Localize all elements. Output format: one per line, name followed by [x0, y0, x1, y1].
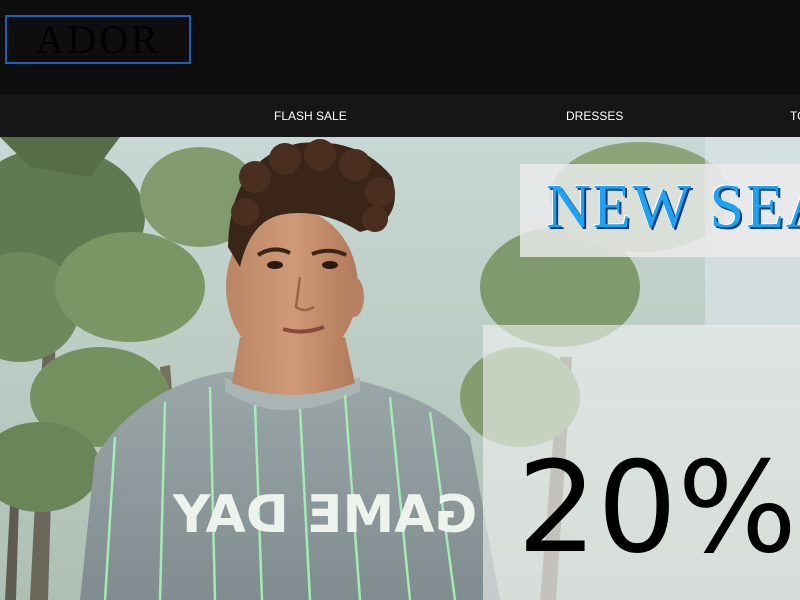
brand-logo[interactable]: ADOR — [5, 15, 191, 64]
promo-title-panel: NEW SEA — [520, 164, 800, 257]
nav-item-dresses[interactable]: DRESSES — [566, 95, 623, 137]
promo-discount-panel: 20% — [483, 325, 800, 600]
hero-banner[interactable]: GAME DAY NEW SEA 20% — [0, 137, 800, 600]
promo-discount-text: 20% — [517, 434, 798, 581]
nav-item-tops[interactable]: TO — [790, 95, 800, 137]
nav-item-flash-sale[interactable]: FLASH SALE — [274, 95, 347, 137]
logo-text: ADOR — [35, 17, 161, 62]
promo-headline: NEW SEA — [546, 173, 800, 241]
svg-text:GAME DAY: GAME DAY — [171, 485, 477, 545]
site-header: ADOR — [0, 0, 800, 95]
main-nav: FLASH SALE DRESSES TO — [0, 95, 800, 137]
